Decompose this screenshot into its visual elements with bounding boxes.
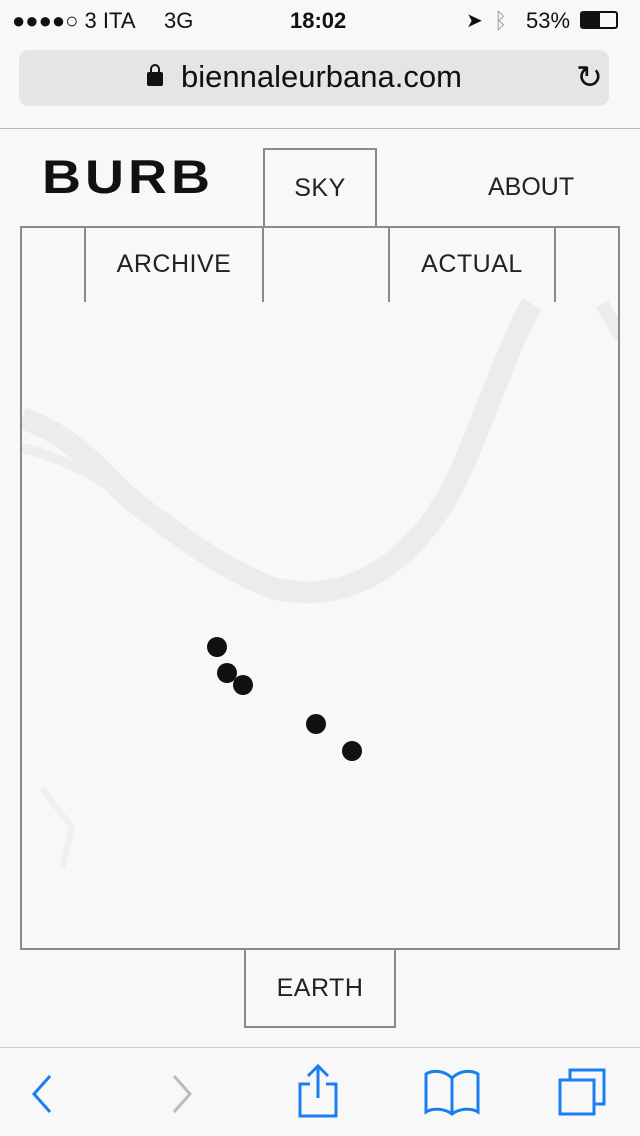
map-frame[interactable]	[20, 226, 620, 950]
url-text: biennaleurbana.com	[181, 59, 462, 94]
nav-archive-label: ARCHIVE	[116, 249, 232, 278]
map-marker[interactable]	[306, 714, 326, 734]
map-marker[interactable]	[342, 741, 362, 761]
battery-percent: 53%	[526, 8, 571, 33]
nav-earth[interactable]: EARTH	[244, 948, 396, 1028]
forward-icon[interactable]	[168, 1074, 198, 1114]
share-icon[interactable]	[296, 1064, 340, 1118]
logo[interactable]: BURB	[42, 150, 214, 205]
nav-earth-label: EARTH	[276, 973, 364, 1002]
map-marker[interactable]	[233, 675, 253, 695]
nav-about[interactable]: ABOUT	[488, 173, 574, 202]
nav-archive[interactable]: ARCHIVE	[84, 226, 264, 302]
status-bar: ●●●●○ 3 ITA 3G 18:02 ➤ ᛒ 53%	[0, 0, 640, 40]
bluetooth-icon: ᛒ	[494, 8, 508, 33]
carrier: ●●●●○ 3 ITA	[12, 8, 136, 33]
nav-sky-label: SKY	[294, 173, 346, 202]
location-icon: ➤	[466, 10, 483, 32]
network: 3G	[164, 8, 194, 33]
nav-actual-label: ACTUAL	[421, 249, 523, 278]
nav-sky[interactable]: SKY	[263, 148, 377, 228]
nav-actual[interactable]: ACTUAL	[388, 226, 556, 302]
address-bar[interactable]: biennaleurbana.com ↻	[19, 50, 609, 106]
bookmarks-icon[interactable]	[424, 1068, 480, 1116]
reload-icon[interactable]: ↻	[576, 58, 603, 96]
back-icon[interactable]	[28, 1074, 58, 1114]
battery-icon	[580, 11, 618, 29]
time: 18:02	[290, 8, 347, 33]
browser-toolbar	[0, 1047, 640, 1136]
map-marker[interactable]	[207, 637, 227, 657]
map	[22, 298, 618, 869]
tabs-icon[interactable]	[556, 1066, 608, 1118]
divider	[0, 128, 640, 129]
